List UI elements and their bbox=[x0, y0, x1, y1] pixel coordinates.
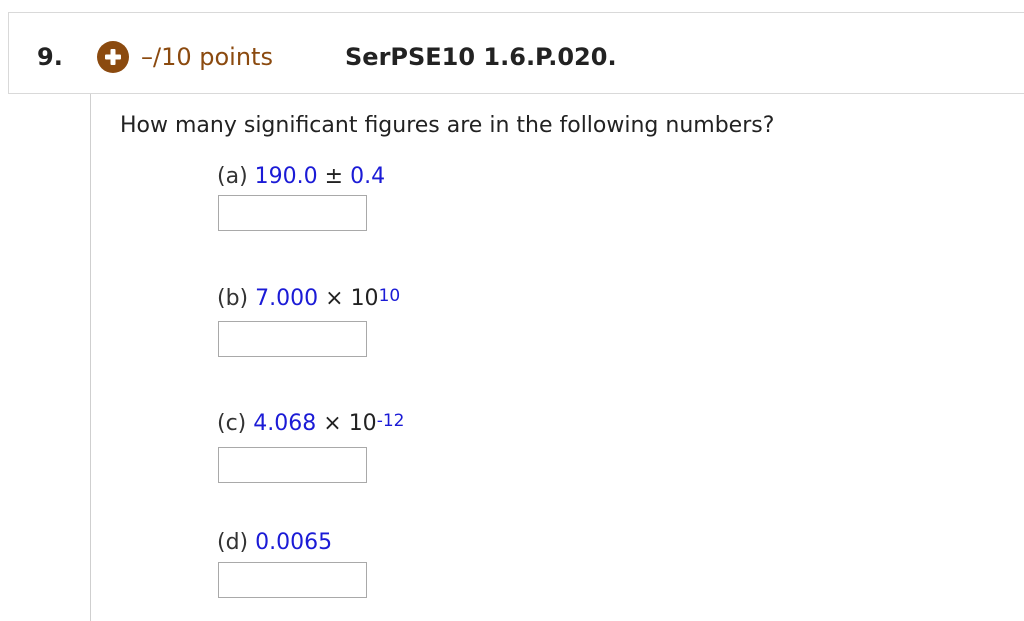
part-b-base: 10 bbox=[350, 286, 379, 311]
part-a-plus-minus: ± bbox=[324, 164, 344, 189]
part-d-statement: (d) 0.0065 bbox=[217, 529, 332, 557]
part-c-times: × bbox=[323, 411, 342, 436]
question-header: 9. –/10 points SerPSE10 1.6.P.020. bbox=[8, 12, 1024, 94]
part-a-label: (a) bbox=[217, 164, 248, 189]
part-c-mantissa: 4.068 bbox=[253, 411, 317, 436]
part-a-uncertainty: 0.4 bbox=[350, 164, 386, 189]
part-c-exponent: -12 bbox=[376, 411, 405, 431]
part-d-value: 0.0065 bbox=[255, 530, 333, 555]
part-b-mantissa: 7.000 bbox=[255, 286, 319, 311]
question-number: 9. bbox=[37, 43, 63, 71]
question-prompt: How many significant figures are in the … bbox=[120, 113, 775, 138]
question-id: SerPSE10 1.6.P.020. bbox=[345, 43, 617, 71]
part-d-answer-input[interactable] bbox=[218, 562, 367, 598]
points-value: –/10 points bbox=[141, 43, 273, 71]
part-b-statement: (b) 7.000 × 1010 bbox=[217, 285, 400, 313]
part-b-answer-input[interactable] bbox=[218, 321, 367, 357]
part-c-base: 10 bbox=[348, 411, 377, 436]
part-a-statement: (a) 190.0 ± 0.4 bbox=[217, 163, 385, 191]
part-b-exponent: 10 bbox=[378, 286, 401, 306]
part-c-label: (c) bbox=[217, 411, 247, 436]
part-d-label: (d) bbox=[217, 530, 249, 555]
question-body-rule bbox=[90, 94, 91, 621]
part-a-value: 190.0 bbox=[254, 164, 318, 189]
plus-circle-icon[interactable] bbox=[96, 40, 130, 74]
part-a-answer-input[interactable] bbox=[218, 195, 367, 231]
part-b-times: × bbox=[325, 286, 344, 311]
part-c-statement: (c) 4.068 × 10-12 bbox=[217, 410, 404, 438]
part-c-answer-input[interactable] bbox=[218, 447, 367, 483]
part-b-label: (b) bbox=[217, 286, 249, 311]
